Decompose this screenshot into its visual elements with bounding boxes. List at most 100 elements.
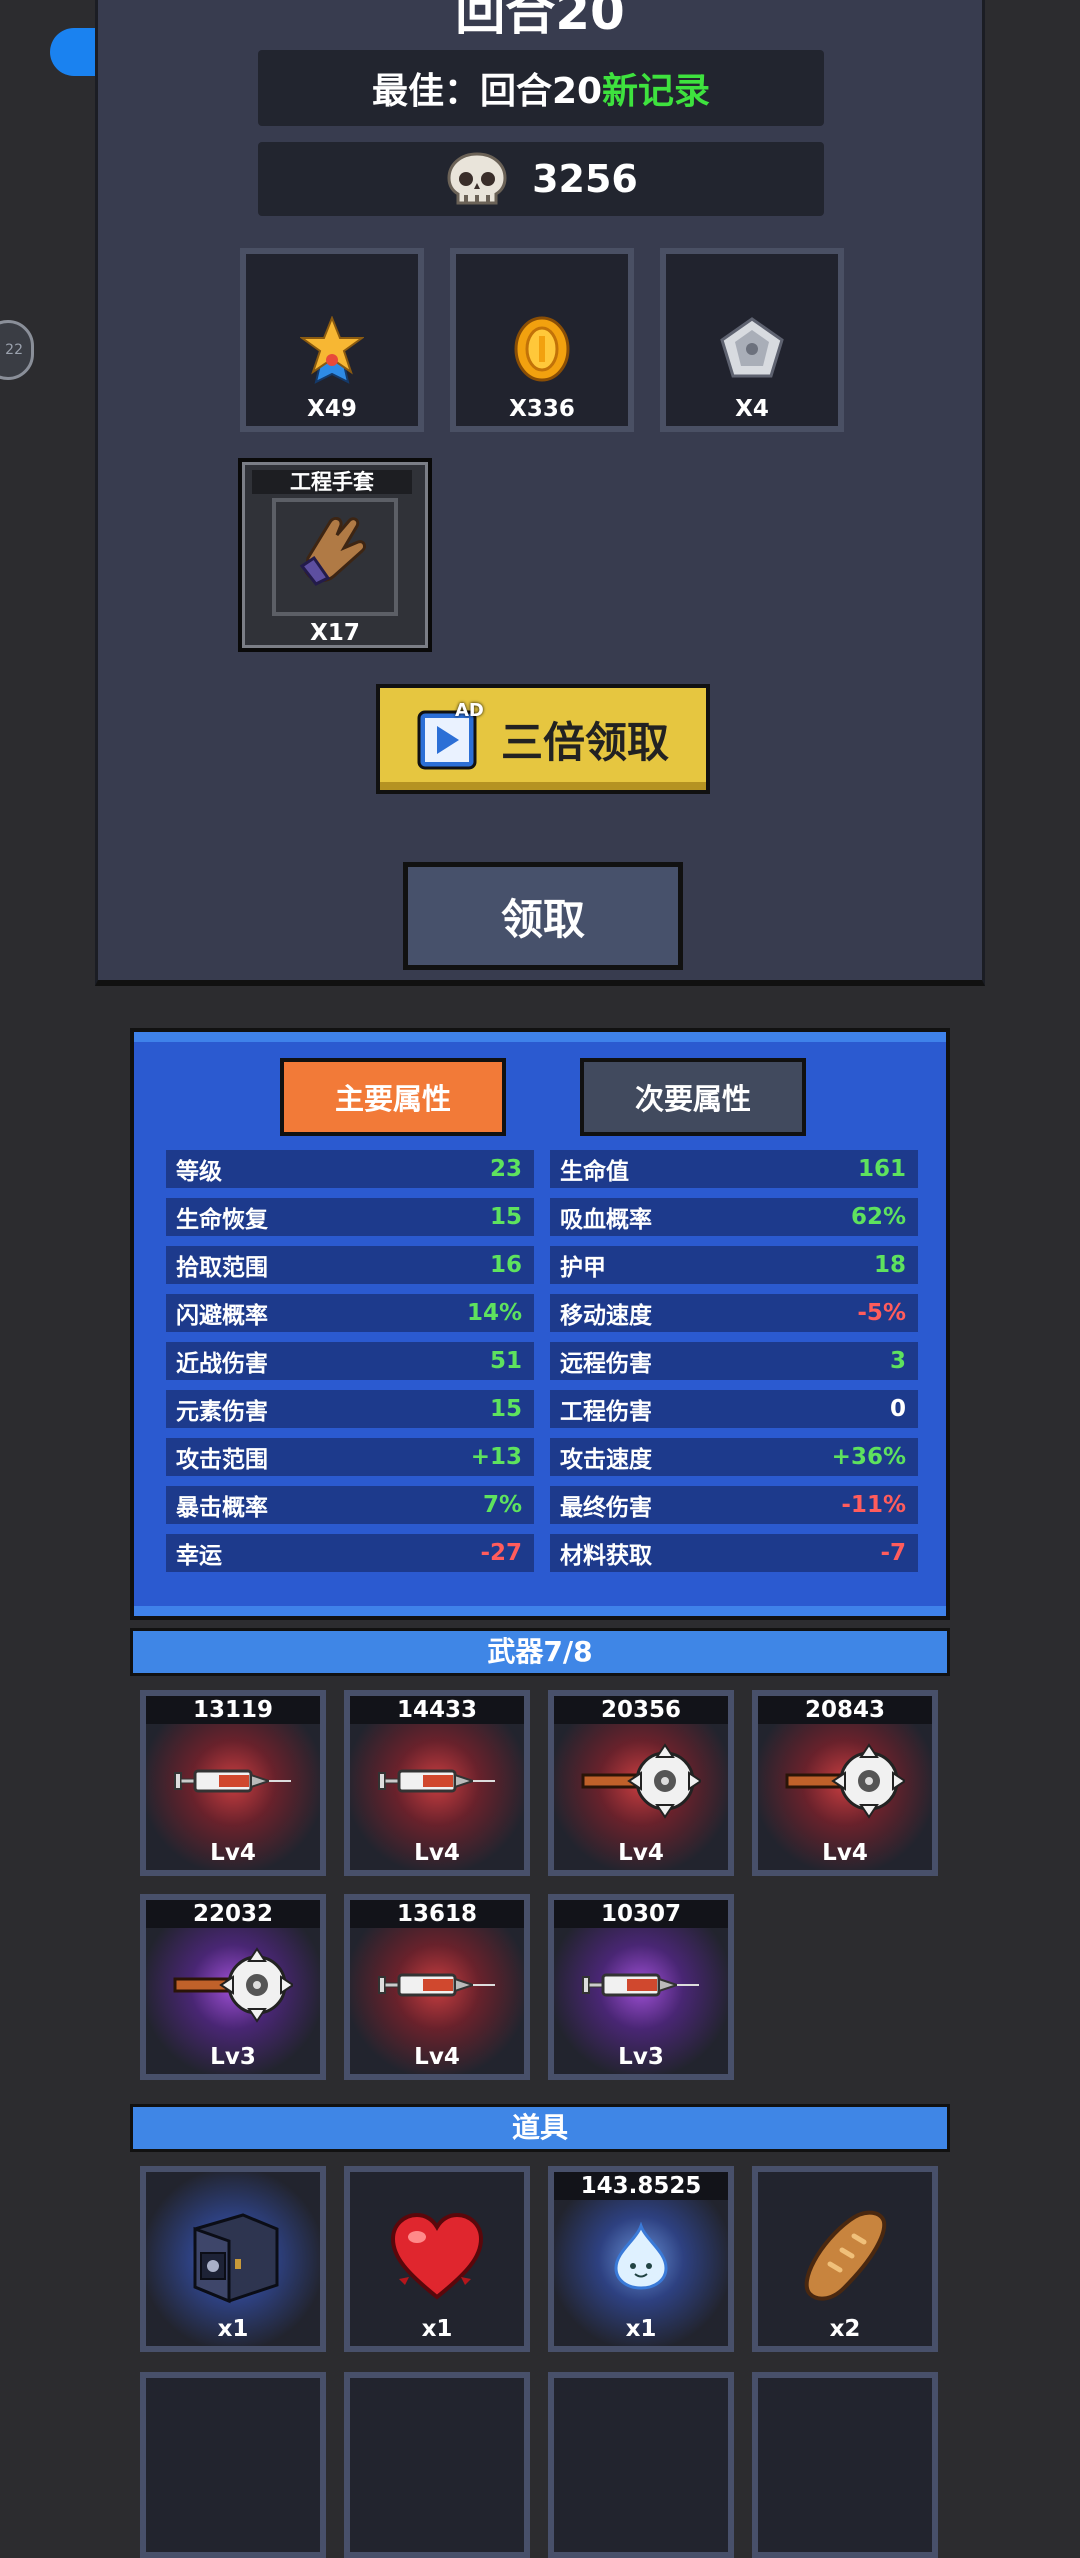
stat-label: 幸运 xyxy=(176,1543,222,1569)
claim-button-label: 领取 xyxy=(500,894,585,944)
stat-row: 攻击速度 +36% xyxy=(550,1438,918,1476)
tab-primary-attributes[interactable]: 主要属性 xyxy=(280,1058,506,1136)
item-slot[interactable]: x1 xyxy=(344,2166,530,2352)
stat-label: 元素伤害 xyxy=(176,1399,268,1425)
stat-label: 等级 xyxy=(176,1159,222,1185)
card-top-value: 13119 xyxy=(146,1696,320,1724)
syringe-icon xyxy=(173,1761,293,1805)
weapon-slot[interactable]: 13119 Lv4 xyxy=(140,1690,326,1876)
best-round-label: 最佳：回合20 xyxy=(371,71,603,112)
stat-row: 护甲 18 xyxy=(550,1246,918,1284)
stat-label: 攻击速度 xyxy=(560,1447,652,1473)
ad-video-icon: AD xyxy=(417,700,484,772)
card-bottom-label: x1 xyxy=(421,2316,453,2342)
card-top-value: 13618 xyxy=(350,1900,524,1928)
stat-row: 元素伤害 15 xyxy=(166,1390,534,1428)
reward-card-stars: X49 xyxy=(240,248,424,432)
items-header-label: 道具 xyxy=(511,2111,568,2144)
stat-value: 16 xyxy=(489,1252,522,1278)
stat-row: 拾取范围 16 xyxy=(166,1246,534,1284)
tab-secondary-attributes[interactable]: 次要属性 xyxy=(580,1058,806,1136)
card-bottom-label: Lv3 xyxy=(618,2044,664,2070)
panel-highlight-top xyxy=(134,1032,946,1042)
card-bottom-label: x2 xyxy=(829,2316,861,2342)
weapon-slot[interactable]: 20356 Lv4 xyxy=(548,1690,734,1876)
card-top-value: 20843 xyxy=(758,1696,932,1724)
weapon-slot[interactable]: 10307 Lv3 xyxy=(548,1894,734,2080)
card-bottom-label: Lv4 xyxy=(822,1840,868,1866)
card-top-value: 143.8525 xyxy=(554,2172,728,2200)
stat-row: 生命值 161 xyxy=(550,1150,918,1188)
item-slot[interactable]: 143.8525 x1 xyxy=(548,2166,734,2352)
buzzsaw-icon xyxy=(785,1741,907,1825)
panel-highlight-bottom xyxy=(134,1606,946,1616)
card-bottom-label: x1 xyxy=(217,2316,249,2342)
items-section-header: 道具 xyxy=(130,2104,950,2152)
reward-qty: X4 xyxy=(735,396,769,422)
new-record-label: 新记录 xyxy=(602,71,711,112)
weapon-slot[interactable]: 14433 Lv4 xyxy=(344,1690,530,1876)
side-button-label: 22 xyxy=(5,342,23,358)
triple-claim-ad-button[interactable]: AD 三倍领取 xyxy=(376,684,710,794)
stat-label: 材料获取 xyxy=(560,1543,652,1569)
syringe-icon xyxy=(377,1965,497,2009)
heart-icon xyxy=(387,2209,487,2309)
stat-value: 15 xyxy=(489,1396,522,1422)
tab-label: 主要属性 xyxy=(334,1082,451,1116)
stat-value: 0 xyxy=(889,1396,906,1422)
stat-row: 等级 23 xyxy=(166,1150,534,1188)
safe-box-icon xyxy=(181,2207,285,2311)
syringe-icon xyxy=(581,1965,701,2009)
stat-label: 闪避概率 xyxy=(176,1303,268,1329)
stat-label: 近战伤害 xyxy=(176,1351,268,1377)
weapons-section-header: 武器7/8 xyxy=(130,1628,950,1676)
engineering-glove-icon xyxy=(299,516,367,586)
item-slot[interactable]: x1 xyxy=(140,2166,326,2352)
stat-label: 生命值 xyxy=(560,1159,629,1185)
slime-droplet-icon xyxy=(606,2221,676,2296)
triple-claim-label: 三倍领取 xyxy=(500,717,669,767)
stat-row: 移动速度 -5% xyxy=(550,1294,918,1332)
reward-card-coins: X336 xyxy=(450,248,634,432)
ad-badge-label: AD xyxy=(454,700,484,721)
syringe-icon xyxy=(377,1761,497,1805)
stat-value: 14% xyxy=(466,1300,522,1326)
stat-row: 闪避概率 14% xyxy=(166,1294,534,1332)
weapon-slot[interactable]: 22032 Lv3 xyxy=(140,1894,326,2080)
card-top-value: 10307 xyxy=(554,1900,728,1928)
stat-value: 51 xyxy=(489,1348,522,1374)
bread-icon xyxy=(790,2202,900,2316)
stat-value: -7 xyxy=(880,1540,906,1566)
stat-row: 工程伤害 0 xyxy=(550,1390,918,1428)
stat-value: 7% xyxy=(482,1492,522,1518)
reward-card-gems: X4 xyxy=(660,248,844,432)
stat-row: 近战伤害 51 xyxy=(166,1342,534,1380)
stat-value: -27 xyxy=(480,1540,522,1566)
glove-card-title: 工程手套 xyxy=(252,470,412,494)
card-bottom-label: Lv4 xyxy=(618,1840,664,1866)
stat-value: 23 xyxy=(489,1156,522,1182)
floating-side-button[interactable]: 22 xyxy=(0,320,34,380)
card-bottom-label: Lv4 xyxy=(210,1840,256,1866)
buzzsaw-icon xyxy=(581,1741,703,1825)
stat-row: 攻击范围 +13 xyxy=(166,1438,534,1476)
stat-row: 暴击概率 7% xyxy=(166,1486,534,1524)
kill-count-value: 3256 xyxy=(532,157,638,201)
weapon-slot[interactable]: 13618 Lv4 xyxy=(344,1894,530,2080)
weapon-slot[interactable]: 20843 Lv4 xyxy=(752,1690,938,1876)
stat-row: 最终伤害 -11% xyxy=(550,1486,918,1524)
stat-value: 3 xyxy=(889,1348,906,1374)
card-top-value: 14433 xyxy=(350,1696,524,1724)
item-slot[interactable]: x2 xyxy=(752,2166,938,2352)
reward-qty: X17 xyxy=(310,620,360,646)
stat-label: 暴击概率 xyxy=(176,1495,268,1521)
stat-label: 拾取范围 xyxy=(176,1255,268,1281)
reward-card-engineering-glove: 工程手套 X17 xyxy=(238,458,432,652)
stat-label: 最终伤害 xyxy=(560,1495,652,1521)
stat-value: -5% xyxy=(857,1300,906,1326)
attributes-panel: 主要属性 次要属性 等级 23 生命恢复 15 拾取范围 16 闪避概率 14% 近战伤害 51 元… xyxy=(130,1028,950,1620)
claim-button[interactable]: 领取 xyxy=(403,862,683,970)
stat-value: +36% xyxy=(831,1444,906,1470)
star-medal-icon xyxy=(300,316,364,384)
reward-qty: X336 xyxy=(509,396,575,422)
